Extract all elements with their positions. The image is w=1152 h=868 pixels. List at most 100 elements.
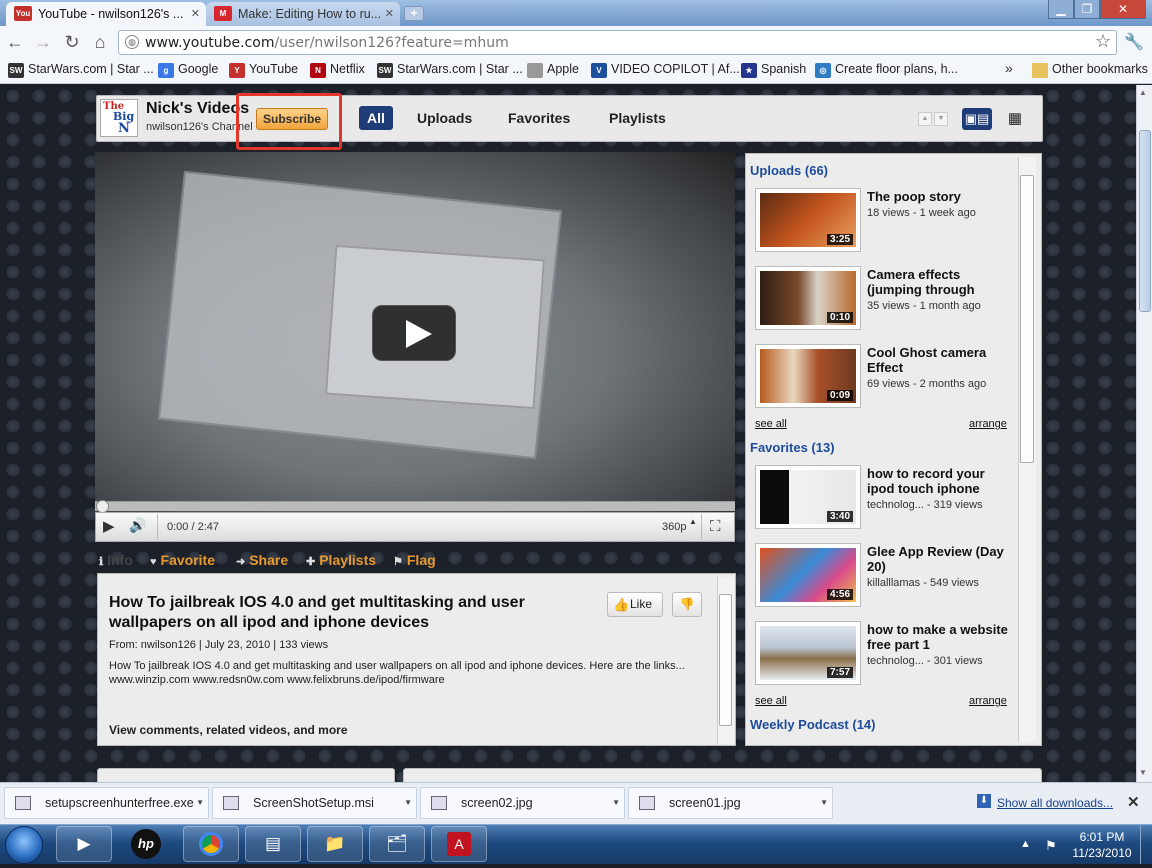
- download-item[interactable]: ScreenShotSetup.msi ▼: [212, 787, 417, 819]
- address-bar[interactable]: ◍ www.youtube.com/user/nwilson126?featur…: [118, 30, 1117, 55]
- files-icon[interactable]: ▤: [245, 826, 301, 862]
- download-item[interactable]: setupscreenhunterfree.exe ▼: [4, 787, 209, 819]
- favorites-see-all-link[interactable]: see all: [755, 695, 787, 707]
- explorer-icon[interactable]: 🗂: [369, 826, 425, 862]
- scroll-down-icon[interactable]: ▼: [1139, 768, 1147, 777]
- dropdown-icon[interactable]: ▼: [404, 788, 412, 818]
- more-link[interactable]: View comments, related videos, and more: [109, 723, 348, 737]
- show-all-downloads-link[interactable]: Show all downloads...: [997, 796, 1113, 810]
- dropdown-icon[interactable]: ▼: [820, 788, 828, 818]
- tab-youtube[interactable]: You YouTube - nwilson126's ... ✕: [6, 2, 206, 26]
- other-bookmarks[interactable]: Other bookmarks: [1032, 62, 1148, 80]
- download-item[interactable]: screen02.jpg ▼: [420, 787, 625, 819]
- sidebar-scrollbar-thumb[interactable]: [1020, 175, 1034, 463]
- forward-icon[interactable]: →: [32, 31, 54, 53]
- fullscreen-icon[interactable]: ⛶: [710, 518, 721, 535]
- hp-icon[interactable]: hp: [118, 826, 174, 862]
- chrome-icon[interactable]: [183, 826, 239, 862]
- tab-favorites[interactable]: Favorites: [500, 106, 578, 130]
- video-link[interactable]: how to record your ipod touch iphone: [867, 466, 1012, 496]
- dislike-button[interactable]: 👎: [672, 592, 702, 617]
- chevron-up-icon[interactable]: ▲: [918, 112, 932, 126]
- bookmark-star-icon[interactable]: ☆: [1095, 31, 1111, 52]
- video-thumbnail[interactable]: 7:57: [755, 621, 861, 685]
- folder-icon[interactable]: 📁: [307, 826, 363, 862]
- playlists-label: Playlists: [319, 552, 377, 568]
- bookmarks-overflow-icon[interactable]: »: [1005, 60, 1013, 76]
- tab-all[interactable]: All: [359, 106, 393, 130]
- video-thumbnail[interactable]: 3:40: [755, 465, 861, 529]
- share-action[interactable]: ➜ Share: [236, 552, 288, 568]
- video-thumbnail[interactable]: 0:10: [755, 266, 861, 330]
- dropdown-icon[interactable]: ▼: [196, 788, 204, 818]
- video-thumbnail[interactable]: 0:09: [755, 344, 861, 408]
- bookmark-google[interactable]: g Google: [158, 62, 218, 80]
- favorite-action[interactable]: ♥ Favorite: [150, 552, 215, 568]
- tab-make[interactable]: M Make: Editing How to ru... ✕: [206, 2, 400, 26]
- podcast-heading[interactable]: Weekly Podcast (14): [750, 717, 875, 732]
- uploads-arrange-link[interactable]: arrange: [969, 418, 1007, 430]
- info-scrollbar-thumb[interactable]: [719, 594, 732, 726]
- system-clock[interactable]: 6:01 PM 11/23/2010: [1066, 829, 1138, 861]
- start-button[interactable]: [5, 826, 43, 864]
- maximize-button[interactable]: ❐: [1074, 0, 1100, 19]
- bookmark-starwars[interactable]: SW StarWars.com | Star ...: [8, 62, 154, 80]
- scroll-up-icon[interactable]: ▲: [1139, 88, 1147, 97]
- caret-up-icon[interactable]: ▲: [689, 517, 697, 526]
- grid-view-icon[interactable]: ▦: [1000, 108, 1030, 130]
- download-item[interactable]: screen01.jpg ▼: [628, 787, 833, 819]
- page-scrollbar-thumb[interactable]: [1139, 130, 1151, 312]
- bookmark-starwars-2[interactable]: SW StarWars.com | Star ...: [377, 62, 523, 80]
- acrobat-icon[interactable]: A: [431, 826, 487, 862]
- home-icon[interactable]: ⌂: [89, 31, 111, 53]
- bookmark-netflix[interactable]: N Netflix: [310, 62, 365, 80]
- chevron-down-icon[interactable]: ▼: [934, 112, 948, 126]
- reload-icon[interactable]: ↻: [61, 31, 83, 53]
- channel-logo[interactable]: The Big N: [100, 99, 138, 137]
- like-button[interactable]: 👍 Like: [607, 592, 663, 617]
- uploads-heading[interactable]: Uploads (66): [750, 163, 828, 178]
- uploads-see-all-link[interactable]: see all: [755, 418, 787, 430]
- close-tab-icon[interactable]: ✕: [191, 7, 200, 20]
- make-favicon: M: [214, 6, 232, 21]
- info-action[interactable]: ℹ Info: [99, 552, 133, 568]
- media-player-icon[interactable]: ▶: [56, 826, 112, 862]
- big-play-icon[interactable]: [372, 305, 456, 361]
- video-link[interactable]: Glee App Review (Day 20): [867, 544, 1012, 574]
- close-downloads-icon[interactable]: ✕: [1127, 793, 1140, 811]
- tab-uploads[interactable]: Uploads: [409, 106, 480, 130]
- wrench-icon[interactable]: 🔧: [1124, 32, 1144, 52]
- close-tab-icon[interactable]: ✕: [385, 7, 394, 20]
- dropdown-icon[interactable]: ▼: [612, 788, 620, 818]
- bookmark-spanish[interactable]: ★ Spanish: [741, 62, 806, 80]
- video-link[interactable]: Camera effects (jumping through: [867, 267, 1012, 297]
- bookmark-videocopilot[interactable]: V VIDEO COPILOT | Af...: [591, 62, 740, 80]
- new-tab-button[interactable]: +: [404, 6, 424, 21]
- volume-icon[interactable]: 🔊: [129, 517, 146, 534]
- favorites-arrange-link[interactable]: arrange: [969, 695, 1007, 707]
- video-link[interactable]: The poop story: [867, 189, 1012, 204]
- video-thumbnail[interactable]: 3:25: [755, 188, 861, 252]
- favorites-heading[interactable]: Favorites (13): [750, 440, 835, 455]
- video-thumbnail[interactable]: 4:56: [755, 543, 861, 607]
- playlists-action[interactable]: ✚ Playlists: [306, 552, 376, 568]
- quality-button[interactable]: 360p: [662, 521, 686, 533]
- video-link[interactable]: how to make a website free part 1: [867, 622, 1012, 652]
- flag-action[interactable]: ⚑ Flag: [393, 552, 436, 568]
- action-center-icon[interactable]: ⚑: [1045, 838, 1057, 854]
- video-description: How To jailbreak IOS 4.0 and get multita…: [109, 660, 685, 686]
- back-icon[interactable]: ←: [4, 31, 26, 53]
- info-label: Info: [107, 552, 133, 568]
- bookmark-apple[interactable]: Apple: [527, 62, 579, 80]
- tab-playlists[interactable]: Playlists: [601, 106, 674, 130]
- progress-bar[interactable]: [95, 501, 735, 511]
- player-view-icon[interactable]: ▣▤: [962, 108, 992, 130]
- show-desktop-button[interactable]: [1140, 825, 1152, 864]
- video-link[interactable]: Cool Ghost camera Effect: [867, 345, 1012, 375]
- play-icon[interactable]: ▶: [103, 517, 115, 535]
- tray-expand-icon[interactable]: ▲: [1020, 838, 1031, 850]
- close-window-button[interactable]: ✕: [1100, 0, 1146, 19]
- bookmark-youtube[interactable]: Y YouTube: [229, 62, 298, 80]
- minimize-button[interactable]: ▁: [1048, 0, 1074, 19]
- bookmark-floorplans[interactable]: ◎ Create floor plans, h...: [815, 62, 958, 80]
